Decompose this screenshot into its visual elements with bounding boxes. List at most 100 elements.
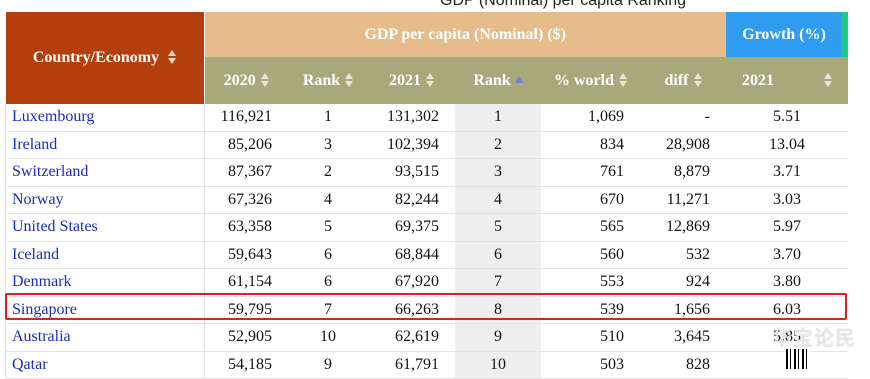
gdp-2021-cell: 102,394 xyxy=(368,131,455,159)
column-header-country-label: Country/Economy xyxy=(32,49,160,66)
table-row: United States 63,358 5 69,375 5 565 12,869 5.97 xyxy=(5,213,848,242)
rank-2021-cell: 3 xyxy=(455,158,541,187)
diff-cell: 924 xyxy=(640,268,726,297)
growth-2021-cell: 3.03 xyxy=(726,186,848,214)
rank-2020-cell: 4 xyxy=(288,186,368,214)
gdp-2020-cell: 116,921 xyxy=(204,104,288,132)
sort-arrows-icon[interactable] xyxy=(619,72,627,87)
sort-ascending-icon[interactable] xyxy=(514,75,523,83)
rank-2021-cell: 10 xyxy=(455,351,541,379)
rank-2021-cell: 6 xyxy=(455,241,541,269)
sort-arrows-icon[interactable] xyxy=(693,72,702,87)
column-header-pct-world[interactable]: % world xyxy=(541,57,640,104)
country-link[interactable]: Luxembourg xyxy=(5,104,205,132)
column-header-2020-label: 2020 xyxy=(223,71,256,89)
gdp-2020-cell: 85,206 xyxy=(204,131,288,159)
column-header-2021[interactable]: 2021 xyxy=(368,57,455,104)
column-header-diff[interactable]: diff xyxy=(640,57,726,104)
pct-world-cell: 761 xyxy=(541,158,640,187)
table-row: Denmark 61,154 6 67,920 7 553 924 3.80 xyxy=(5,268,848,297)
growth-2021-cell: 3.80 xyxy=(726,268,848,297)
pct-world-cell: 503 xyxy=(541,351,640,379)
column-header-growth-2021-label: 2021 xyxy=(742,71,774,89)
table-row: Norway 67,326 4 82,244 4 670 11,271 3.03 xyxy=(5,186,848,214)
table-row: Qatar 54,185 9 61,791 10 503 828 xyxy=(5,351,848,379)
gdp-2021-cell: 67,920 xyxy=(368,268,455,297)
diff-cell: 1,656 xyxy=(640,296,726,324)
table-row: Singapore 59,795 7 66,263 8 539 1,656 6.03 xyxy=(5,296,848,324)
table-row: Iceland 59,643 6 68,844 6 560 532 3.70 xyxy=(5,241,848,269)
diff-cell: 12,869 xyxy=(640,213,726,242)
gdp-2020-cell: 61,154 xyxy=(204,268,288,297)
column-group-growth: Growth (%) xyxy=(726,12,842,57)
country-link[interactable]: Ireland xyxy=(5,131,205,159)
rank-2020-cell: 6 xyxy=(288,241,368,269)
diff-cell: 28,908 xyxy=(640,131,726,159)
pct-world-cell: 539 xyxy=(541,296,640,324)
column-header-rank-2020[interactable]: Rank xyxy=(288,57,368,104)
rank-2020-cell: 6 xyxy=(288,268,368,297)
country-link[interactable]: Singapore xyxy=(5,296,205,324)
column-header-growth-2021[interactable]: 2021 xyxy=(726,57,848,104)
diff-cell: 11,271 xyxy=(640,186,726,214)
sort-arrows-icon[interactable] xyxy=(426,72,434,87)
column-header-pct-world-label: % world xyxy=(554,71,614,89)
rank-2020-cell: 10 xyxy=(288,323,368,352)
pct-world-cell: 560 xyxy=(541,241,640,269)
rank-2020-cell: 9 xyxy=(288,351,368,379)
rank-2021-cell: 4 xyxy=(455,186,541,214)
pct-world-cell: 565 xyxy=(541,213,640,242)
country-link[interactable]: Switzerland xyxy=(5,158,205,187)
page-title: GDP (Nominal) per capita Ranking xyxy=(440,0,687,9)
pct-world-cell: 510 xyxy=(541,323,640,352)
table-row: Switzerland 87,367 2 93,515 3 761 8,879 3.71 xyxy=(5,158,848,187)
pct-world-cell: 1,069 xyxy=(541,104,640,132)
rank-2021-cell: 1 xyxy=(455,104,541,132)
country-link[interactable]: Iceland xyxy=(5,241,205,269)
gdp-2020-cell: 67,326 xyxy=(204,186,288,214)
country-link[interactable]: Qatar xyxy=(5,351,205,379)
rank-2021-cell: 8 xyxy=(455,296,541,324)
rank-2021-cell: 9 xyxy=(455,323,541,352)
country-link[interactable]: United States xyxy=(5,213,205,242)
column-group-gdp-per-capita: GDP per capita (Nominal) ($) xyxy=(204,12,726,57)
diff-cell: 8,879 xyxy=(640,158,726,187)
gdp-2021-cell: 62,619 xyxy=(368,323,455,352)
gdp-2021-cell: 93,515 xyxy=(368,158,455,187)
sort-arrows-icon[interactable] xyxy=(260,72,269,87)
country-link[interactable]: Norway xyxy=(5,186,205,214)
growth-2021-cell: 6.03 xyxy=(726,296,848,324)
gdp-2021-cell: 82,244 xyxy=(368,186,455,214)
table-row: Luxembourg 116,921 1 131,302 1 1,069-5.51 xyxy=(5,104,848,132)
country-link[interactable]: Denmark xyxy=(5,268,205,297)
pct-world-cell: 834 xyxy=(541,131,640,159)
gdp-ranking-table: Country/Economy GDP per capita (Nominal)… xyxy=(5,12,848,379)
column-header-diff-label: diff xyxy=(664,71,689,89)
gdp-2020-cell: 59,795 xyxy=(204,296,288,324)
diff-cell: 828 xyxy=(640,351,726,379)
sort-arrows-icon[interactable] xyxy=(824,72,832,87)
table-row: Ireland 85,206 3 102,394 2 834 28,908 13.04 xyxy=(5,131,848,159)
sort-arrows-icon[interactable] xyxy=(345,72,354,87)
gdp-2021-cell: 68,844 xyxy=(368,241,455,269)
gdp-2020-cell: 52,905 xyxy=(204,323,288,352)
growth-2021-cell: 5.51 xyxy=(726,104,848,132)
rank-2020-cell: 1 xyxy=(288,104,368,132)
sort-arrows-icon[interactable] xyxy=(168,50,177,65)
rank-2020-cell: 5 xyxy=(288,213,368,242)
pct-world-cell: 553 xyxy=(541,268,640,297)
gdp-2020-cell: 63,358 xyxy=(204,213,288,242)
column-header-rank-2021-label: Rank xyxy=(473,71,511,89)
rank-2021-cell: 2 xyxy=(455,131,541,159)
column-header-2020[interactable]: 2020 xyxy=(204,57,288,104)
gdp-2020-cell: 59,643 xyxy=(204,241,288,269)
header-edge-strip xyxy=(842,12,848,57)
rank-2020-cell: 3 xyxy=(288,131,368,159)
column-header-rank-2021[interactable]: Rank xyxy=(455,57,541,104)
watermark-text: 华宝论民 xyxy=(772,326,856,350)
column-header-country[interactable]: Country/Economy xyxy=(5,12,205,104)
country-link[interactable]: Australia xyxy=(5,323,205,352)
growth-2021-cell: 3.70 xyxy=(726,241,848,269)
gdp-2021-cell: 131,302 xyxy=(368,104,455,132)
rank-2021-cell: 5 xyxy=(455,213,541,242)
